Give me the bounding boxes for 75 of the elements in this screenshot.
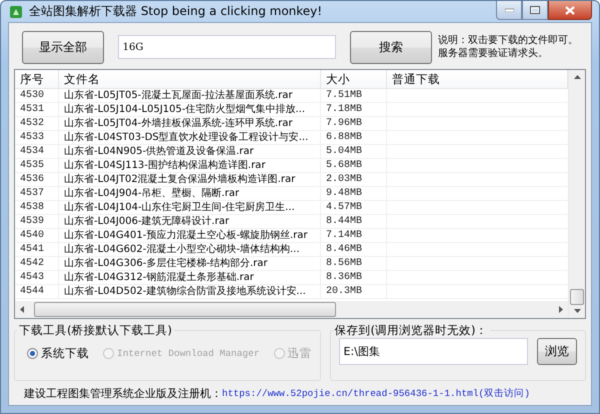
table-cell: 7.18MB (321, 103, 387, 116)
table-cell: 4544 (15, 285, 59, 298)
scrollbar-thumb[interactable] (570, 289, 584, 305)
close-icon (565, 6, 575, 14)
table-cell: 5.68MB (321, 159, 387, 172)
table-cell: 山东省-L04J904-吊柜、壁橱、隔断.rar (59, 187, 321, 200)
footer-label: 建设工程图集管理系统企业版及注册机： (24, 386, 222, 400)
scroll-left-icon[interactable] (20, 306, 24, 313)
table-cell: 4537 (15, 187, 59, 200)
group-title: 下载工具(桥接默认下载工具) (18, 323, 173, 338)
table-cell: 山东省-L05J104-L05J105-住宅防火型烟气集中排放... (59, 103, 321, 116)
table-cell: 山东省-L04JT02混凝土复合保温外墙板构造详图.rar (59, 173, 321, 186)
scroll-right-icon[interactable] (559, 306, 563, 313)
table-cell: 4542 (15, 257, 59, 270)
table-cell: 2.03MB (321, 173, 387, 186)
scroll-up-icon[interactable] (574, 75, 580, 79)
window-title: 全站图集解析下载器 Stop being a clicking monkey! (29, 3, 322, 20)
table-cell: 山东省-L04G306-多层住宅楼梯-结构部分.rar (59, 257, 321, 270)
table-cell: 20.3MB (321, 285, 387, 298)
table-cell: 山东省-L04G401-预应力混凝土空心板-螺旋肋钢丝.rar (59, 229, 321, 242)
search-button[interactable]: 搜索 (350, 30, 432, 64)
maximize-button[interactable] (522, 1, 548, 20)
browse-button[interactable]: 浏览 (537, 338, 577, 365)
table-cell: 4532 (15, 117, 59, 130)
radio-option[interactable]: 系统下载 (27, 346, 89, 361)
minimize-icon (504, 8, 514, 12)
table-cell: 4541 (15, 243, 59, 256)
table-cell: 山东省-L04G312-钢筋混凝土条形基础.rar (59, 271, 321, 284)
table-cell: 8.36MB (321, 271, 387, 284)
show-all-button[interactable]: 显示全部 (22, 30, 104, 64)
table-cell: 4538 (15, 201, 59, 214)
table-cell: 7.51MB (321, 89, 387, 102)
table-cell: 山东省-L04G602-混凝土小型空心砌块-墙体结构构... (59, 243, 321, 256)
table-cell: 山东省-L05JT05-混凝土瓦屋面-拉法基屋面系统.rar (59, 89, 321, 102)
table-cell: 6.88MB (321, 131, 387, 144)
table-cell: 4530 (15, 89, 59, 102)
app-icon (9, 4, 23, 18)
path-field[interactable]: E:\图集 (338, 338, 528, 365)
table-cell: 9.48MB (321, 187, 387, 200)
table-cell: 8.46MB (321, 243, 387, 256)
column-header[interactable]: 大小 (321, 70, 387, 88)
forum-link[interactable]: https://www.52pojie.cn/thread-956436-1-1.html(双击访问) (222, 386, 530, 400)
table-cell: 4535 (15, 159, 59, 172)
scrollbar-thumb[interactable] (34, 302, 336, 317)
instructions-text: 说明：双击要下载的文件即可。服务器需要验证请求头。 (438, 34, 579, 60)
table-cell: 4534 (15, 145, 59, 158)
table-cell: 4540 (15, 229, 59, 242)
table-cell: 8.44MB (321, 215, 387, 228)
table-cell: 5.04MB (321, 145, 387, 158)
table-cell: 山东省-L04D502-建筑物综合防雷及接地系统设计安... (59, 285, 321, 298)
table-cell: 山东省-L05JT04-外墙挂板保温系统-连环甲系统.rar (59, 117, 321, 130)
table-cell: 4543 (15, 271, 59, 284)
close-button[interactable] (548, 1, 592, 20)
vertical-scrollbar[interactable] (568, 70, 585, 318)
search-field[interactable]: 16G (118, 35, 336, 59)
table-cell: 4539 (15, 215, 59, 228)
table-cell: 4.57MB (321, 201, 387, 214)
minimize-button[interactable] (496, 1, 522, 20)
group-title: 保存到(调用浏览器时无效)： (334, 323, 489, 338)
table-cell: 山东省-L04SJ113-围护结构保温构造详图.rar (59, 159, 321, 172)
maximize-icon (530, 6, 540, 14)
table-cell: 4536 (15, 173, 59, 186)
table-cell: 4531 (15, 103, 59, 116)
table-cell: 山东省-L04N905-供热管道及设备保温.rar (59, 145, 321, 158)
table-cell: 4533 (15, 131, 59, 144)
table-cell: 8.56MB (321, 257, 387, 270)
horizontal-scrollbar[interactable] (15, 301, 568, 318)
scroll-down-icon[interactable] (574, 309, 580, 313)
table-cell: 山东省-L04ST03-DS型直饮水处理设备工程设计与安... (59, 131, 321, 144)
table-cell: 山东省-L04J104-山东住宅厨卫生间-住宅厨房卫生... (59, 201, 321, 214)
table-cell: 山东省-L04J006-建筑无障碍设计.rar (59, 215, 321, 228)
column-header[interactable]: 文件名 (59, 70, 321, 88)
column-header[interactable]: 序号 (15, 70, 59, 88)
table-cell: 7.96MB (321, 117, 387, 130)
table-cell: 7.14MB (321, 229, 387, 242)
